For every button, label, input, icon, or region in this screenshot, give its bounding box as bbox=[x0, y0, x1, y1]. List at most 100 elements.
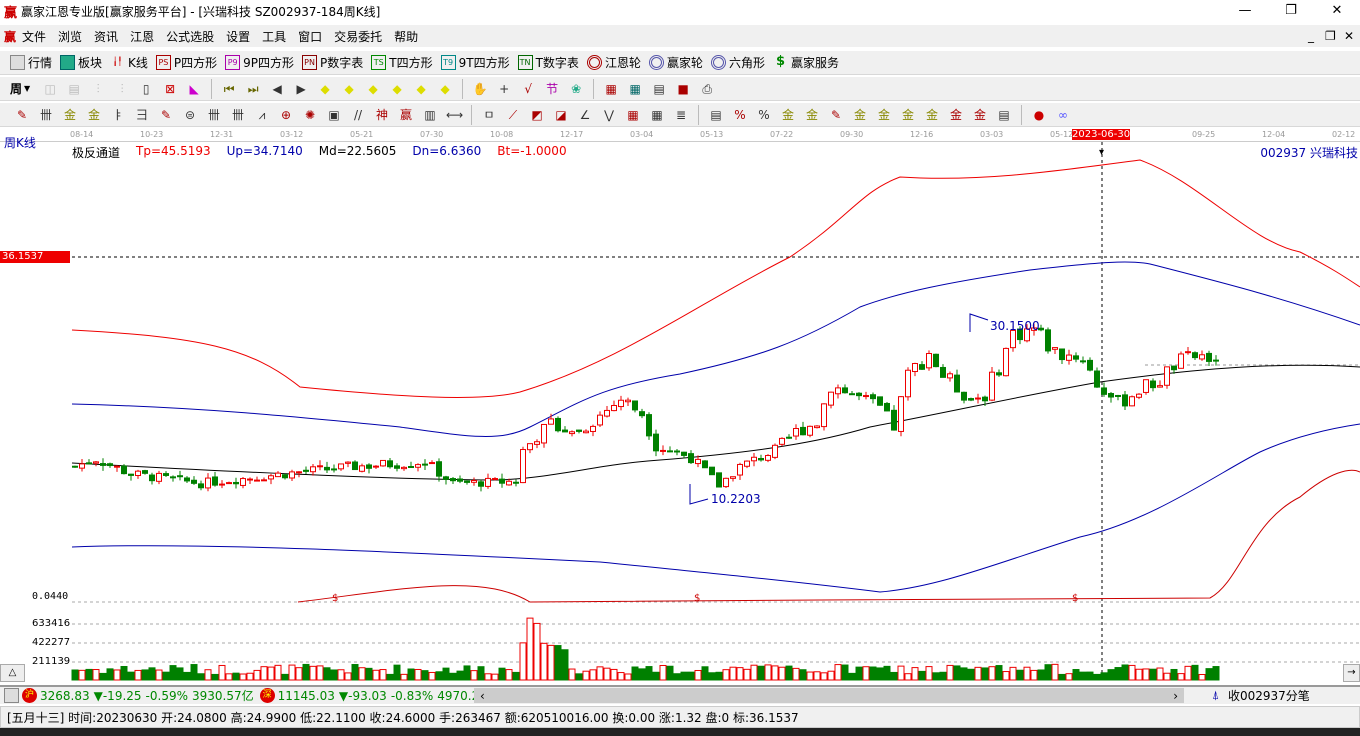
expand-up-button[interactable]: △ bbox=[0, 664, 25, 682]
tool-icon[interactable]: ◫ bbox=[42, 81, 58, 97]
zoom-icon[interactable]: ◆ bbox=[413, 81, 429, 97]
menu-help[interactable]: 帮助 bbox=[394, 28, 418, 45]
first-icon[interactable]: ⏮ bbox=[221, 81, 237, 97]
tool-icon[interactable]: ≣ bbox=[673, 107, 689, 123]
tool-icon[interactable]: ⫶ bbox=[90, 81, 106, 97]
crosshair-icon[interactable]: + bbox=[496, 81, 512, 97]
flag-icon[interactable]: ◣ bbox=[186, 81, 202, 97]
tool-icon[interactable]: 金 bbox=[62, 107, 78, 123]
winner-service-button[interactable]: $ 赢家服务 bbox=[773, 54, 839, 71]
tool-icon[interactable]: ❀ bbox=[568, 81, 584, 97]
mdi-restore[interactable]: ❐ bbox=[1325, 29, 1336, 43]
zoom-icon[interactable]: ◆ bbox=[389, 81, 405, 97]
tool-icon[interactable]: 金 bbox=[852, 107, 868, 123]
tool-icon[interactable]: ⟷ bbox=[446, 107, 463, 123]
tool-icon[interactable]: ✺ bbox=[302, 107, 318, 123]
tool-icon[interactable]: ▥ bbox=[422, 107, 438, 123]
save-icon[interactable]: ■ bbox=[675, 81, 691, 97]
tool-icon[interactable]: 节 bbox=[544, 81, 560, 97]
print-icon[interactable]: ⎙ bbox=[699, 81, 715, 97]
zoom-icon[interactable]: ◆ bbox=[317, 81, 333, 97]
tool-icon[interactable]: 卌 bbox=[38, 107, 54, 123]
9t-square-button[interactable]: T9 9T四方形 bbox=[440, 54, 510, 71]
tool-icon[interactable]: ㅁ bbox=[481, 107, 497, 123]
tool-icon[interactable]: 卌 bbox=[230, 107, 246, 123]
kline-button[interactable]: ╽╿ K线 bbox=[110, 54, 148, 71]
sector-button[interactable]: 板块 bbox=[60, 54, 102, 71]
tool-icon[interactable]: 金 bbox=[900, 107, 916, 123]
9p-square-button[interactable]: P9 9P四方形 bbox=[225, 54, 294, 71]
tool-icon[interactable]: ▤ bbox=[66, 81, 82, 97]
menu-formula[interactable]: 公式选股 bbox=[166, 28, 214, 45]
tool-icon[interactable]: ▤ bbox=[708, 107, 724, 123]
tool-icon[interactable]: ▦ bbox=[625, 107, 641, 123]
maximize-button[interactable]: ❐ bbox=[1268, 0, 1314, 23]
zoom-icon[interactable]: ◆ bbox=[365, 81, 381, 97]
last-icon[interactable]: ⏭ bbox=[245, 81, 261, 97]
tool-icon[interactable]: 金 bbox=[780, 107, 796, 123]
menu-tools[interactable]: 工具 bbox=[262, 28, 286, 45]
infinity-icon[interactable]: ∞ bbox=[1055, 107, 1071, 123]
target-icon[interactable]: ⊕ bbox=[278, 107, 294, 123]
left-icon[interactable]: ◀ bbox=[269, 81, 285, 97]
tool-icon[interactable]: ⫶ bbox=[114, 81, 130, 97]
tool-icon[interactable]: ㅑ bbox=[110, 107, 126, 123]
tick-data-label[interactable]: 收002937分笔 bbox=[1228, 687, 1310, 704]
calendar-icon[interactable]: ▦ bbox=[603, 81, 619, 97]
tool-icon[interactable]: 卌 bbox=[206, 107, 222, 123]
menu-window[interactable]: 窗口 bbox=[298, 28, 322, 45]
t-square-button[interactable]: TS T四方形 bbox=[371, 54, 433, 71]
tool-icon[interactable]: // bbox=[350, 107, 366, 123]
calculator-icon[interactable]: ▦ bbox=[627, 81, 643, 97]
notes-icon[interactable]: ▤ bbox=[651, 81, 667, 97]
zoom-icon[interactable]: ◆ bbox=[437, 81, 453, 97]
fan-icon[interactable]: ⟋ bbox=[505, 107, 521, 123]
percent-icon[interactable]: % bbox=[756, 107, 772, 123]
tool-icon[interactable]: ✎ bbox=[828, 107, 844, 123]
tool-icon[interactable]: 神 bbox=[374, 107, 390, 123]
t-number-table-button[interactable]: TN T数字表 bbox=[517, 54, 579, 71]
chart-area[interactable]: 极反通道 Tp=45.5193 Up=34.7140 Md=22.5605 Dn… bbox=[0, 142, 1360, 682]
tool-icon[interactable]: ◪ bbox=[553, 107, 569, 123]
hexagon-button[interactable]: 六角形 bbox=[710, 54, 765, 71]
menu-settings[interactable]: 设置 bbox=[226, 28, 250, 45]
tool-icon[interactable]: ▤ bbox=[996, 107, 1012, 123]
tool-icon[interactable]: 金 bbox=[86, 107, 102, 123]
p-square-button[interactable]: PS P四方形 bbox=[155, 54, 217, 71]
tool-icon[interactable]: ⊜ bbox=[182, 107, 198, 123]
table-icon[interactable] bbox=[4, 688, 19, 703]
tool-icon[interactable]: % bbox=[732, 107, 748, 123]
zoom-icon[interactable]: ◆ bbox=[341, 81, 357, 97]
tool-icon[interactable]: 金 bbox=[972, 107, 988, 123]
globe-icon[interactable]: ● bbox=[1031, 107, 1047, 123]
tool-icon[interactable]: ⋁ bbox=[601, 107, 617, 123]
scroll-right-icon[interactable]: › bbox=[1173, 689, 1178, 703]
winner-wheel-button[interactable]: 赢家轮 bbox=[648, 54, 703, 71]
kline-chart[interactable]: $ $ $ 30.1500 10.2203 ▾ bbox=[0, 142, 1360, 682]
menu-trade[interactable]: 交易委托 bbox=[334, 28, 382, 45]
close-button[interactable]: ✕ bbox=[1314, 0, 1360, 23]
tool-icon[interactable]: ◩ bbox=[529, 107, 545, 123]
tool-icon[interactable]: 金 bbox=[804, 107, 820, 123]
tool-icon[interactable]: ▣ bbox=[326, 107, 342, 123]
tool-icon[interactable]: √ bbox=[520, 81, 536, 97]
menu-browse[interactable]: 浏览 bbox=[58, 28, 82, 45]
tool-icon[interactable]: ⩘ bbox=[254, 107, 270, 123]
pen-icon[interactable]: ✎ bbox=[14, 107, 30, 123]
menu-gann[interactable]: 江恩 bbox=[130, 28, 154, 45]
tool-icon[interactable]: ∠ bbox=[577, 107, 593, 123]
scroll-left-icon[interactable]: ‹ bbox=[480, 689, 485, 703]
tool-icon[interactable]: ▦ bbox=[649, 107, 665, 123]
tool-icon[interactable]: ✎ bbox=[158, 107, 174, 123]
tool-icon[interactable]: 金 bbox=[924, 107, 940, 123]
hand-icon[interactable]: ✋ bbox=[472, 81, 488, 97]
quote-button[interactable]: 行情 bbox=[10, 54, 52, 71]
expand-right-button[interactable]: → bbox=[1343, 664, 1360, 682]
p-number-table-button[interactable]: PN P数字表 bbox=[302, 54, 363, 71]
candle-type-icon[interactable]: ▯ bbox=[138, 81, 154, 97]
gann-wheel-button[interactable]: 江恩轮 bbox=[586, 54, 641, 71]
period-select[interactable]: 周 ▼ bbox=[10, 80, 30, 97]
horizontal-scrollbar[interactable]: ‹ › bbox=[474, 688, 1184, 703]
menu-file[interactable]: 文件 bbox=[22, 28, 46, 45]
tool-icon[interactable]: 金 bbox=[876, 107, 892, 123]
